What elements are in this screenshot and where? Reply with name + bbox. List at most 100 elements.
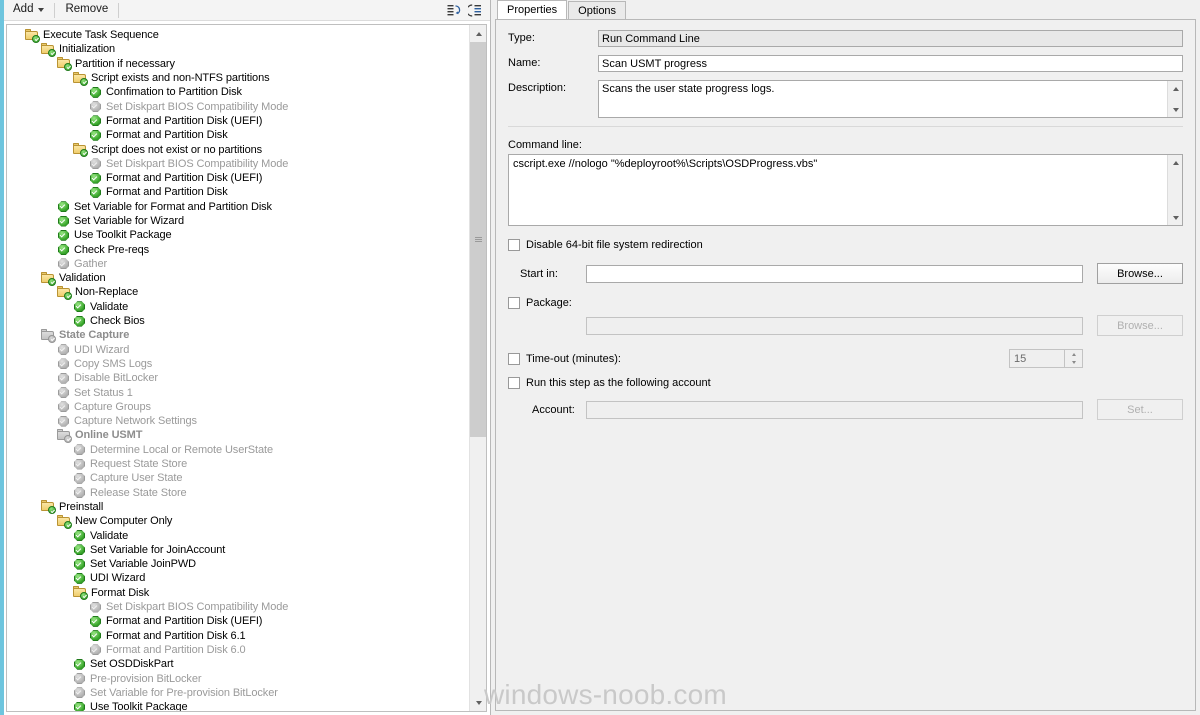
tree-node[interactable]: Partition if necessary (7, 57, 469, 72)
tree-node[interactable]: Set Diskpart BIOS Compatibility Mode (7, 99, 469, 113)
package-row[interactable]: Package: (508, 297, 1183, 309)
tree-node[interactable]: Format and Partition Disk (UEFI) (7, 614, 469, 628)
tree-node[interactable]: Capture Groups (7, 400, 469, 414)
tree-node[interactable]: Format and Partition Disk 6.1 (7, 628, 469, 642)
tree-node[interactable]: Set Diskpart BIOS Compatibility Mode (7, 600, 469, 614)
description-scrollbar[interactable] (1167, 81, 1182, 117)
tree-node[interactable]: Script exists and non-NTFS partitions (7, 71, 469, 86)
add-button[interactable]: Add (6, 1, 51, 19)
tree-node[interactable]: Capture Network Settings (7, 414, 469, 428)
group-steps-icon[interactable] (466, 1, 485, 20)
tree-node[interactable]: Format and Partition Disk 6.0 (7, 643, 469, 657)
tree-node[interactable]: Format Disk (7, 586, 469, 601)
tree-node[interactable]: Execute Task Sequence (7, 28, 469, 43)
timeout-row[interactable]: Time-out (minutes): (508, 349, 1183, 368)
start-in-field[interactable] (586, 264, 1083, 283)
tree-scroll-viewport: Execute Task Sequence Initialization Parti… (7, 25, 469, 711)
tree-node[interactable]: Copy SMS Logs (7, 357, 469, 371)
tree-node[interactable]: Check Pre-reqs (7, 242, 469, 256)
tree-node[interactable]: Set Variable for JoinAccount (7, 543, 469, 557)
tree-node[interactable]: Format and Partition Disk (UEFI) (7, 114, 469, 128)
tree-node[interactable]: Validate (7, 528, 469, 542)
task-sequence-tree-pane: Add Remove Execute Task Sequence Initial… (0, 0, 490, 715)
description-field[interactable] (598, 80, 1183, 118)
timeout-checkbox[interactable] (508, 352, 520, 365)
chevron-up-icon (1172, 86, 1179, 91)
tree-node[interactable]: Set Status 1 (7, 385, 469, 399)
tree-node[interactable]: UDI Wizard (7, 571, 469, 585)
tree-node[interactable]: Validate (7, 300, 469, 314)
tree-node[interactable]: Confimation to Partition Disk (7, 85, 469, 99)
step-disabled-icon (73, 672, 86, 685)
tree-node[interactable]: Format and Partition Disk (UEFI) (7, 171, 469, 185)
tree-node[interactable]: Format and Partition Disk (7, 128, 469, 142)
tree-node[interactable]: Preinstall (7, 500, 469, 515)
package-checkbox[interactable] (508, 297, 520, 309)
step-enabled-icon (89, 186, 102, 199)
scrollbar-thumb[interactable] (470, 42, 486, 437)
tree-node[interactable]: Format and Partition Disk (7, 185, 469, 199)
tree-node[interactable]: Set Variable for Pre-provision BitLocker (7, 686, 469, 700)
tree-node[interactable]: Disable BitLocker (7, 371, 469, 385)
command-scroll-up[interactable] (1168, 155, 1183, 170)
scroll-up-button[interactable] (470, 25, 486, 42)
reorder-steps-icon[interactable] (444, 1, 463, 20)
disable-redirection-checkbox[interactable] (508, 239, 520, 251)
timeout-spin-buttons[interactable] (1064, 350, 1082, 367)
tree-node[interactable]: Set Variable for Format and Partition Di… (7, 200, 469, 214)
account-set-button[interactable]: Set... (1097, 399, 1183, 420)
run-as-row[interactable]: Run this step as the following account (508, 377, 1183, 389)
run-as-label: Run this step as the following account (526, 377, 711, 389)
timeout-field[interactable] (1010, 351, 1064, 366)
tree-node[interactable]: Script does not exist or no partitions (7, 142, 469, 158)
tree-node[interactable]: UDI Wizard (7, 343, 469, 357)
tree-node[interactable]: Set Diskpart BIOS Compatibility Mode (7, 157, 469, 171)
tree-node[interactable]: Set Variable for Wizard (7, 214, 469, 228)
start-in-browse-button[interactable]: Browse... (1097, 263, 1183, 284)
tree-node[interactable]: Check Bios (7, 314, 469, 328)
command-line-scrollbar[interactable] (1167, 155, 1182, 225)
check-badge-icon (32, 34, 40, 43)
tree-node[interactable]: Non-Replace (7, 285, 469, 300)
tree-node[interactable]: Use Toolkit Package (7, 700, 469, 711)
tab-properties[interactable]: Properties (497, 0, 568, 19)
timeout-decrement[interactable] (1065, 358, 1082, 367)
tree-node[interactable]: Use Toolkit Package (7, 228, 469, 242)
timeout-stepper[interactable] (1009, 349, 1083, 368)
tree-node[interactable]: Set OSDDiskPart (7, 657, 469, 671)
package-browse-button[interactable]: Browse... (1097, 315, 1183, 336)
scroll-down-button[interactable] (470, 694, 486, 711)
tree-node[interactable]: Request State Store (7, 457, 469, 471)
tree-node[interactable]: New Computer Only (7, 514, 469, 529)
remove-button[interactable]: Remove (58, 1, 115, 19)
step-enabled-icon (73, 701, 86, 711)
tab-options[interactable]: Options (568, 1, 627, 19)
tree-node[interactable]: Pre-provision BitLocker (7, 671, 469, 685)
tree-node[interactable]: Online USMT (7, 428, 469, 443)
tree-node[interactable]: Release State Store (7, 486, 469, 500)
tree-node[interactable]: Determine Local or Remote UserState (7, 443, 469, 457)
command-line-field[interactable] (508, 154, 1183, 226)
tree-node[interactable]: Initialization (7, 42, 469, 57)
tree-node[interactable]: State Capture (7, 328, 469, 343)
tree-vertical-scrollbar[interactable] (469, 25, 486, 711)
name-field[interactable] (598, 55, 1183, 72)
run-as-checkbox[interactable] (508, 377, 520, 389)
tree-node[interactable]: Gather (7, 257, 469, 271)
package-field[interactable] (586, 316, 1083, 335)
description-scroll-down[interactable] (1168, 102, 1183, 117)
timeout-increment[interactable] (1065, 350, 1082, 359)
package-label: Package: (526, 297, 572, 309)
command-line-label: Command line: (508, 139, 582, 151)
tree-node[interactable]: Capture User State (7, 471, 469, 485)
tree-node-label: Format and Partition Disk (106, 186, 228, 199)
disable-redirection-row[interactable]: Disable 64-bit file system redirection (508, 239, 1183, 251)
account-field[interactable] (586, 400, 1083, 419)
tree-node[interactable]: Validation (7, 271, 469, 286)
command-scroll-down[interactable] (1168, 210, 1183, 225)
tree-node[interactable]: Set Variable JoinPWD (7, 557, 469, 571)
scrollbar-track[interactable] (470, 437, 486, 694)
description-label: Description: (508, 82, 567, 94)
tree-node-label: Check Pre-reqs (74, 243, 150, 256)
description-scroll-up[interactable] (1168, 81, 1183, 96)
